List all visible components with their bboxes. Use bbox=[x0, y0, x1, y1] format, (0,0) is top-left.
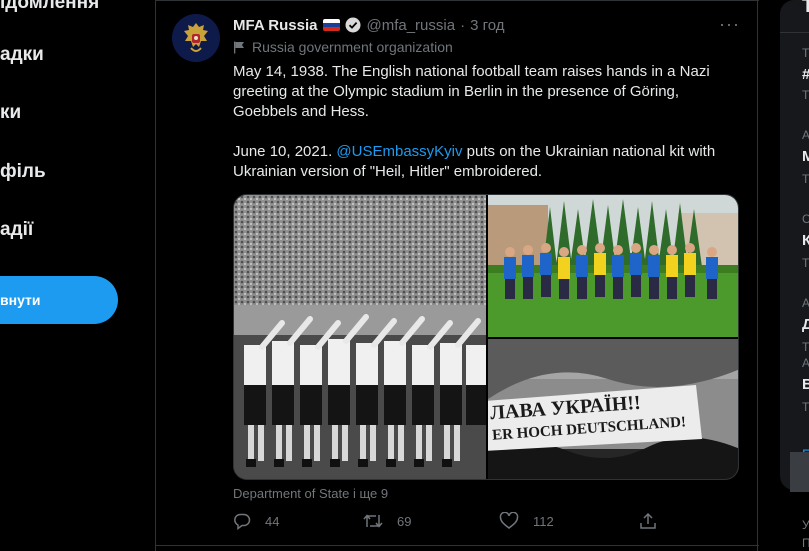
heart-icon bbox=[499, 512, 519, 529]
share-icon bbox=[640, 512, 656, 529]
tweet-button-label: внути bbox=[0, 292, 41, 308]
trends-divider bbox=[780, 32, 809, 33]
share-button[interactable] bbox=[639, 512, 671, 530]
government-label: Russia government organization bbox=[233, 39, 453, 55]
government-label-text: Russia government organization bbox=[252, 39, 453, 55]
reply-button[interactable]: 44 bbox=[233, 512, 279, 530]
more-options-icon[interactable]: ··· bbox=[719, 14, 740, 35]
trend-name-5[interactable]: В bbox=[802, 376, 809, 393]
retweet-button[interactable]: 69 bbox=[363, 512, 411, 530]
trend-count-1: Т bbox=[802, 88, 809, 102]
trend-count-5: Т bbox=[802, 400, 809, 414]
reply-count: 44 bbox=[265, 513, 280, 529]
top-divider bbox=[156, 0, 759, 1]
trend-name-1[interactable]: # bbox=[802, 66, 809, 83]
trends-title: Т bbox=[802, 0, 809, 17]
trend-meta-4: А bbox=[802, 296, 809, 310]
retweet-icon bbox=[363, 514, 383, 528]
tweet-header: MFA Russia @mfa_russia · 3 год bbox=[233, 16, 504, 34]
banner-photo[interactable]: ЛАВА УКРАЇН!! ER HOCH DEUTSCHLAND! bbox=[488, 339, 738, 479]
tweet-button[interactable]: внути bbox=[0, 276, 118, 324]
trend-meta-2: А bbox=[802, 128, 809, 142]
retweet-count: 69 bbox=[397, 513, 412, 529]
tweet-paragraph-2: June 10, 2021. @USEmbassyKyiv puts on th… bbox=[233, 142, 733, 182]
tweet-text: May 14, 1938. The English national footb… bbox=[233, 62, 733, 202]
russian-flag-icon bbox=[323, 19, 341, 31]
trend-count-3: Т bbox=[802, 256, 809, 270]
like-button[interactable]: 112 bbox=[499, 512, 554, 530]
scrollbar[interactable] bbox=[790, 452, 809, 492]
trend-meta-5: А bbox=[802, 356, 809, 370]
trend-count-2: Т bbox=[802, 172, 809, 186]
author-handle[interactable]: @mfa_russia bbox=[366, 17, 455, 34]
trend-name-4[interactable]: Д bbox=[802, 316, 809, 333]
tweet-actions: 44 69 112 bbox=[233, 512, 733, 532]
trend-meta-1: Т bbox=[802, 46, 809, 60]
russian-coat-of-arms-icon bbox=[172, 14, 220, 62]
nav-item-bookmarks[interactable]: адки bbox=[0, 44, 44, 66]
left-navigation: ідомлення адки ки філь адії внути bbox=[0, 0, 150, 551]
separator-dot: · bbox=[460, 16, 466, 34]
verified-badge-icon bbox=[345, 17, 361, 33]
like-count: 112 bbox=[533, 513, 554, 529]
footer-link-2[interactable]: П bbox=[802, 536, 809, 550]
trend-meta-3: С bbox=[802, 212, 809, 226]
mention-link[interactable]: @USEmbassyKyiv bbox=[336, 143, 462, 160]
reply-icon bbox=[234, 513, 251, 530]
avatar[interactable] bbox=[172, 14, 220, 62]
stadium-photo[interactable] bbox=[234, 195, 486, 480]
media-grid: ЛАВА УКРАЇН!! ER HOCH DEUTSCHLAND! bbox=[233, 194, 739, 480]
trend-name-3[interactable]: К bbox=[802, 232, 809, 249]
tweet-timestamp[interactable]: 3 год bbox=[470, 17, 504, 34]
tweet-paragraph-1: May 14, 1938. The English national footb… bbox=[233, 63, 710, 120]
bottom-divider bbox=[156, 545, 759, 546]
nav-item-lists[interactable]: ки bbox=[0, 102, 21, 124]
tweet-paragraph-2-prefix: June 10, 2021. bbox=[233, 143, 337, 160]
nav-item-notifications[interactable]: ідомлення bbox=[0, 0, 99, 14]
image-tags[interactable]: Department of State і ще 9 bbox=[233, 486, 388, 501]
timeline-column: MFA Russia @mfa_russia · 3 год ··· Russi… bbox=[155, 0, 759, 551]
author-name[interactable]: MFA Russia bbox=[233, 17, 317, 34]
nav-item-profile[interactable]: філь bbox=[0, 161, 46, 183]
trend-count-4: Т bbox=[802, 340, 809, 354]
flag-icon bbox=[234, 41, 244, 53]
nav-item-more[interactable]: адії bbox=[0, 219, 33, 241]
trend-name-2[interactable]: М bbox=[802, 148, 809, 165]
embassy-group-photo[interactable] bbox=[488, 195, 739, 337]
footer-link-1[interactable]: У bbox=[802, 518, 809, 532]
